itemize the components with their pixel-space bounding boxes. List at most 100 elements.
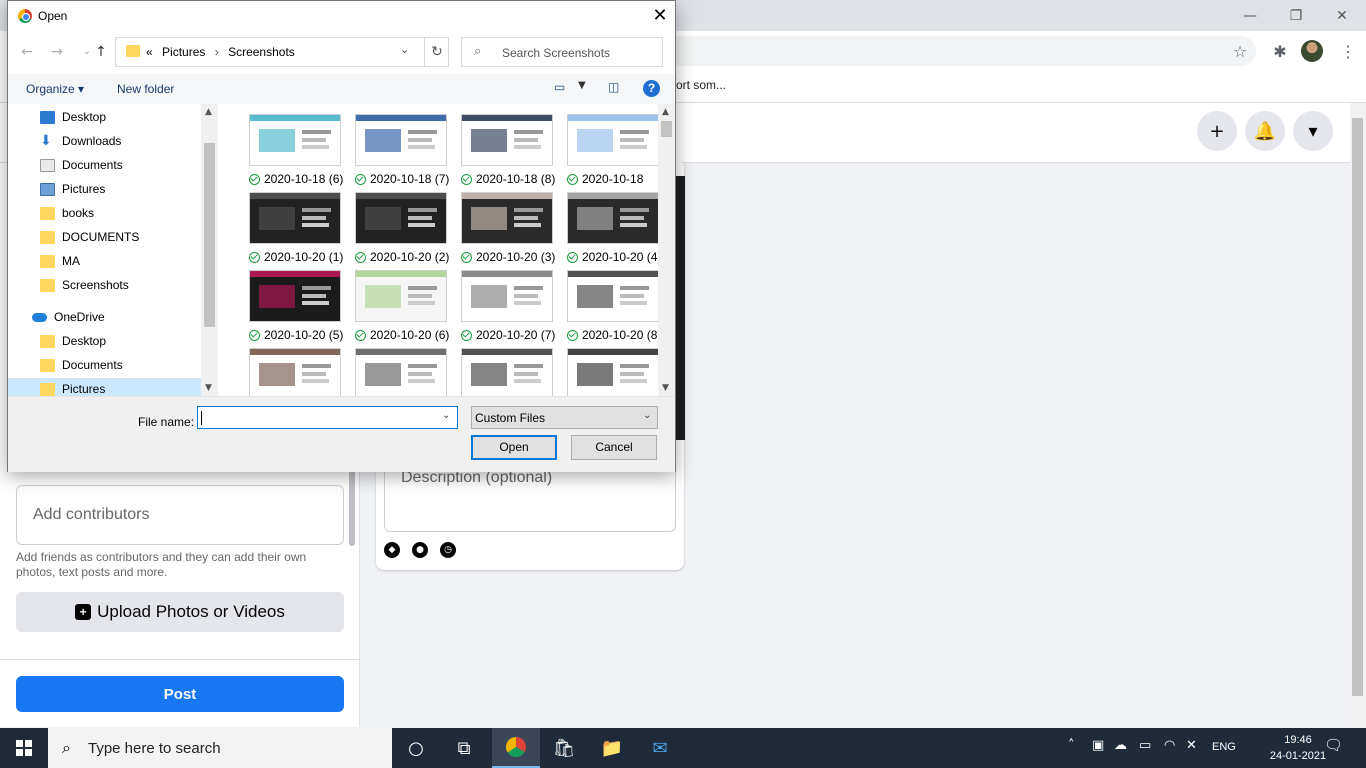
file-thumbnail[interactable]: 2020-10-20 (1) <box>249 192 355 270</box>
file-thumbnail[interactable]: 2020-10-20 (5) <box>249 270 355 348</box>
scroll-up-icon[interactable]: ▲ <box>205 107 212 117</box>
breadcrumb-overflow[interactable]: « <box>146 45 153 59</box>
minimize-button[interactable]: — <box>1227 0 1273 31</box>
description-input[interactable]: Description (optional) <box>384 462 676 532</box>
store-icon[interactable]: 🛍 <box>540 728 588 768</box>
volume-muted-icon[interactable]: ✕ <box>1186 738 1197 753</box>
chrome-taskbar-icon[interactable] <box>492 728 540 768</box>
close-window-button[interactable]: ✕ <box>1319 0 1365 31</box>
menu-icon[interactable]: ⋮ <box>1336 39 1360 63</box>
tag-icon[interactable]: ◆ <box>384 542 400 558</box>
nav-item-desktop[interactable]: Desktop 📌 <box>40 106 200 128</box>
restore-button[interactable]: ❐ <box>1273 0 1319 31</box>
navigation-pane: Desktop 📌 ⬇ Downloads 📌 Documents 📌 Pict… <box>8 104 218 396</box>
breadcrumb-item-screenshots[interactable]: Screenshots <box>228 45 295 59</box>
chevron-up-icon[interactable]: ˄ <box>1068 738 1075 753</box>
wifi-icon[interactable]: ◠ <box>1164 738 1175 753</box>
avatar[interactable] <box>1301 40 1323 62</box>
file-thumbnail[interactable] <box>567 348 658 396</box>
cancel-button[interactable]: Cancel <box>571 435 657 460</box>
up-arrow-icon[interactable]: ↑ <box>90 41 112 63</box>
view-options-icon[interactable]: ▭ <box>554 80 565 94</box>
bookmark-item[interactable]: ort som... <box>676 78 726 92</box>
task-view-icon[interactable]: ⧉ <box>440 728 488 768</box>
scroll-up-icon[interactable]: ▲ <box>662 107 669 117</box>
file-explorer-icon[interactable]: 📁 <box>588 728 636 768</box>
nav-item-documents[interactable]: Documents 📌 <box>40 154 200 176</box>
nav-item-downloads[interactable]: ⬇ Downloads 📌 <box>40 130 200 152</box>
text-caret <box>201 411 202 425</box>
nav-item-onedrive-documents[interactable]: Documents <box>40 354 123 376</box>
nav-item-pictures[interactable]: Pictures 📌 <box>40 178 200 200</box>
forward-arrow-icon[interactable]: → <box>46 41 68 63</box>
new-folder-button[interactable]: New folder <box>117 82 174 96</box>
nav-scrollbar-thumb[interactable] <box>204 143 215 327</box>
help-icon[interactable]: ? <box>643 80 660 97</box>
file-thumbnail[interactable]: 2020-10-20 (8) <box>567 270 658 348</box>
scroll-down-icon[interactable]: ▼ <box>205 383 212 393</box>
back-arrow-icon[interactable]: ← <box>16 41 38 63</box>
account-button[interactable]: ▾ <box>1293 111 1333 151</box>
create-button[interactable]: + <box>1197 111 1237 151</box>
file-name-input[interactable]: ⌄ <box>197 406 458 429</box>
onedrive-icon[interactable]: ☁ <box>1114 738 1127 753</box>
file-thumbnail[interactable] <box>461 348 567 396</box>
location-icon[interactable]: ● <box>412 542 428 558</box>
panel-scrollbar[interactable] <box>349 470 355 546</box>
mail-icon[interactable]: ✉ <box>636 728 684 768</box>
nav-item-onedrive-pictures[interactable]: Pictures <box>8 378 201 396</box>
breadcrumb-item-pictures[interactable]: Pictures <box>162 45 205 59</box>
battery-icon[interactable]: ▭ <box>1139 738 1151 753</box>
post-button[interactable]: Post <box>16 676 344 712</box>
file-thumbnail[interactable] <box>249 348 355 396</box>
file-scrollbar[interactable] <box>658 104 675 396</box>
file-thumbnail[interactable]: 2020-10-20 (6) <box>355 270 461 348</box>
upload-photos-button[interactable]: + Upload Photos or Videos <box>16 592 344 632</box>
organize-menu[interactable]: Organize ▾ <box>26 82 84 96</box>
page-scrollbar-thumb[interactable] <box>1352 118 1363 696</box>
address-bar[interactable] <box>676 36 1256 66</box>
chevron-down-icon[interactable]: ⌄ <box>400 43 409 56</box>
chevron-down-icon[interactable]: ⌄ <box>442 410 450 421</box>
clock-icon[interactable]: ◷ <box>440 542 456 558</box>
file-thumbnail[interactable]: 2020-10-20 (3) <box>461 192 567 270</box>
path-bar[interactable]: « Pictures › Screenshots ⌄ ↻ <box>115 37 449 67</box>
nav-item-documents-folder[interactable]: DOCUMENTS <box>40 226 139 248</box>
add-contributors-input[interactable]: Add contributors <box>16 485 344 545</box>
file-thumbnail[interactable]: 2020-10-20 (4) <box>567 192 658 270</box>
dialog-close-button[interactable]: ✕ <box>648 4 672 28</box>
file-type-select[interactable]: Custom Files ⌄ <box>471 406 658 429</box>
nav-item-onedrive[interactable]: OneDrive <box>32 306 105 328</box>
view-dropdown-icon[interactable]: ▼ <box>578 80 586 91</box>
cortana-icon[interactable]: ○ <box>392 728 440 768</box>
preview-pane-icon[interactable]: ◫ <box>608 80 619 94</box>
search-input[interactable]: ⌕ Search Screenshots <box>461 37 663 67</box>
start-button[interactable] <box>0 728 48 768</box>
nav-item-onedrive-desktop[interactable]: Desktop <box>40 330 106 352</box>
taskbar-search-placeholder: Type here to search <box>88 740 221 757</box>
notifications-icon[interactable]: 🗨 <box>1324 736 1343 754</box>
notifications-button[interactable]: 🔔 <box>1245 111 1285 151</box>
file-thumbnail[interactable]: 2020-10-18 <box>567 114 658 192</box>
file-thumbnail[interactable]: 2020-10-20 (2) <box>355 192 461 270</box>
file-scrollbar-thumb[interactable] <box>661 121 672 137</box>
taskbar-search-box[interactable]: ⌕ Type here to search <box>48 728 392 768</box>
nav-item-books[interactable]: books <box>40 202 94 224</box>
file-thumbnail[interactable]: 2020-10-20 (7) <box>461 270 567 348</box>
open-button[interactable]: Open <box>471 435 557 460</box>
file-thumbnail[interactable]: 2020-10-18 (8) <box>461 114 567 192</box>
scroll-down-icon[interactable]: ▼ <box>662 383 669 393</box>
language-indicator[interactable]: ENG <box>1212 741 1236 753</box>
file-thumbnail[interactable]: 2020-10-18 (6) <box>249 114 355 192</box>
search-icon: ⌕ <box>62 738 71 757</box>
meet-now-icon[interactable]: ▣ <box>1092 738 1104 753</box>
clock[interactable]: 19:46 24-01-2021 <box>1268 732 1328 764</box>
file-thumbnail[interactable]: 2020-10-18 (7) <box>355 114 461 192</box>
nav-item-ma[interactable]: MA <box>40 250 80 272</box>
star-icon[interactable]: ☆ <box>1228 39 1252 63</box>
extensions-icon[interactable]: ✱ <box>1268 39 1292 63</box>
dialog-titlebar[interactable]: Open ✕ <box>8 1 675 32</box>
nav-item-screenshots[interactable]: Screenshots <box>40 274 129 296</box>
file-thumbnail[interactable] <box>355 348 461 396</box>
refresh-icon[interactable]: ↻ <box>424 38 449 66</box>
